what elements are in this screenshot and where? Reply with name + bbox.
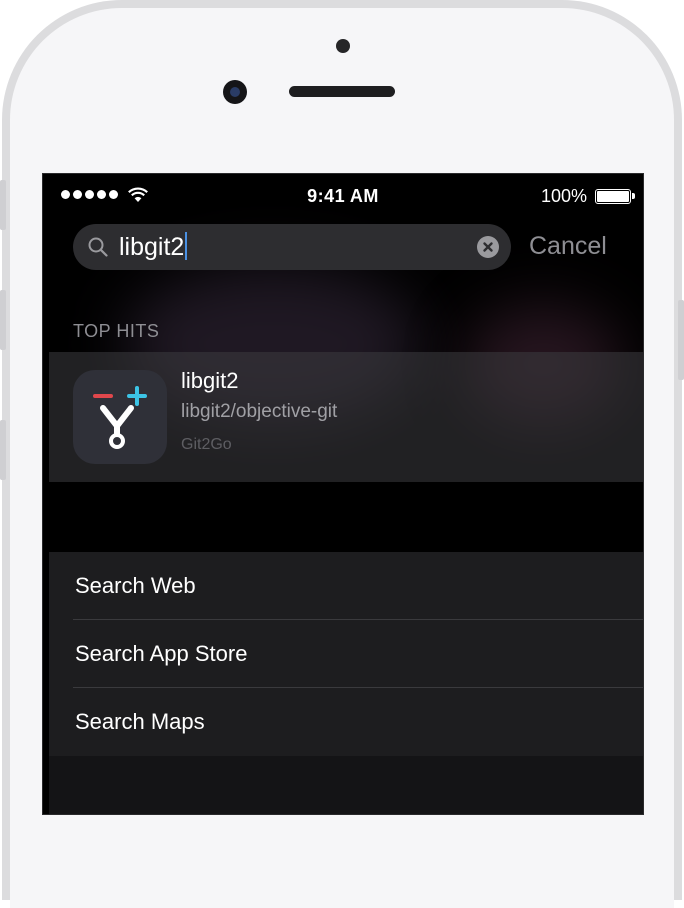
top-hit-subtitle: libgit2/objective-git <box>181 401 338 422</box>
battery-icon <box>595 189 635 204</box>
search-bar[interactable]: libgit2 <box>73 224 511 270</box>
search-maps-label: Search Maps <box>75 709 205 734</box>
search-web-label: Search Web <box>75 573 196 598</box>
search-web-row[interactable]: Search Web <box>49 552 643 620</box>
top-hit-result[interactable]: libgit2 libgit2/objective-git Git2Go <box>49 352 643 482</box>
top-hits-header: TOP HITS <box>73 321 160 341</box>
front-camera <box>223 80 247 104</box>
clear-icon <box>483 242 493 252</box>
proximity-sensor <box>336 39 350 53</box>
screen: 9:41 AM 100% libgit2 Cancel TOP HITS lib… <box>42 173 644 815</box>
text-caret <box>185 232 188 261</box>
search-icon <box>88 237 108 257</box>
power-button <box>678 300 684 380</box>
volume-up-button <box>0 290 6 350</box>
cancel-button[interactable]: Cancel <box>529 232 607 261</box>
status-bar: 9:41 AM 100% <box>43 174 643 218</box>
list-footer <box>49 756 643 814</box>
search-maps-row[interactable]: Search Maps <box>49 688 643 756</box>
earpiece-speaker <box>289 86 395 97</box>
git2go-logo-icon <box>93 386 147 449</box>
battery-percentage: 100% <box>540 186 587 206</box>
search-query: libgit2 <box>119 233 185 261</box>
side-button <box>0 180 6 230</box>
search-input[interactable]: libgit2 <box>119 231 188 263</box>
volume-down-button <box>0 420 6 480</box>
git2go-app-icon <box>73 370 167 464</box>
clear-search-button[interactable] <box>477 236 499 258</box>
top-hit-title: libgit2 <box>181 368 239 393</box>
search-app-store-label: Search App Store <box>75 641 248 666</box>
search-app-store-row[interactable]: Search App Store <box>49 620 643 688</box>
search-actions-list: Search Web Search App Store Search Maps <box>49 552 643 756</box>
top-hit-app-name: Git2Go <box>181 436 232 453</box>
